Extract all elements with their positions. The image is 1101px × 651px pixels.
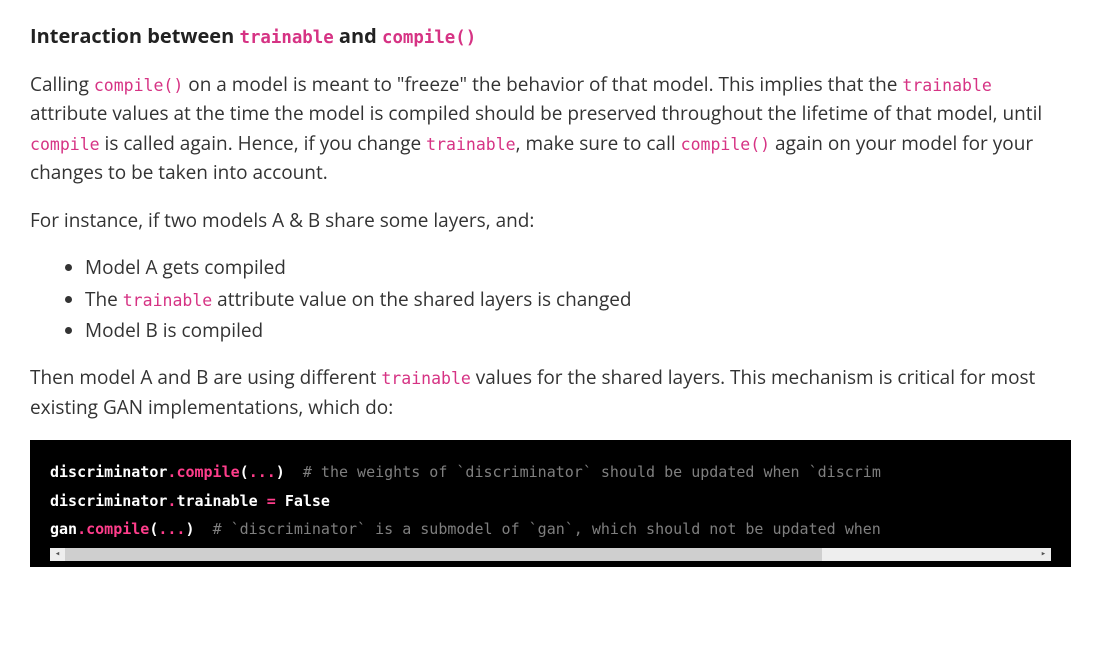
code-token-func: compile	[86, 520, 149, 538]
text: The	[85, 286, 123, 312]
code-space	[195, 520, 213, 538]
code-token-paren: (	[240, 463, 249, 481]
code-token-paren: )	[276, 463, 285, 481]
paragraph-3: Then model A and B are using different t…	[30, 363, 1071, 422]
code-token-name: trainable	[176, 492, 257, 510]
scroll-right-arrow-icon[interactable]: ▸	[1036, 548, 1051, 561]
text: attribute values at the time the model i…	[30, 100, 1042, 126]
list-item: The trainable attribute value on the sha…	[85, 285, 1071, 314]
paragraph-2: For instance, if two models A & B share …	[30, 206, 1071, 235]
list-item: Model A gets compiled	[85, 253, 1071, 282]
code-space	[285, 463, 303, 481]
inline-code-trainable: trainable	[123, 291, 213, 310]
inline-code-trainable: trainable	[381, 369, 471, 388]
inline-code-compile: compile()	[681, 135, 771, 154]
bullet-list: Model A gets compiled The trainable attr…	[30, 253, 1071, 345]
horizontal-scrollbar[interactable]: ◂▸	[50, 548, 1051, 561]
text: Then model A and B are using different	[30, 364, 381, 390]
code-token-name: discriminator	[50, 492, 167, 510]
heading-code-compile: compile()	[382, 28, 476, 48]
section-heading: Interaction between trainable and compil…	[30, 20, 1071, 52]
code-token-arg: ...	[249, 463, 276, 481]
code-token-op: =	[267, 492, 276, 510]
code-token-paren: )	[185, 520, 194, 538]
code-space	[258, 492, 267, 510]
code-space	[276, 492, 285, 510]
list-item: Model B is compiled	[85, 316, 1071, 345]
code-line-3: gan.compile(...) # `discriminator` is a …	[50, 515, 1051, 544]
inline-code-compile: compile	[30, 135, 100, 154]
code-line-1: discriminator.compile(...) # the weights…	[50, 458, 1051, 487]
text: , make sure to call	[516, 130, 681, 156]
scrollbar-thumb[interactable]	[65, 548, 822, 561]
code-token-keyword: False	[285, 492, 330, 510]
text: is called again. Hence, if you change	[100, 130, 427, 156]
code-line-2: discriminator.trainable = False	[50, 487, 1051, 516]
code-token-comment: # the weights of `discriminator` should …	[303, 463, 881, 481]
inline-code-compile: compile()	[94, 76, 184, 95]
code-token-name: discriminator	[50, 463, 167, 481]
code-token-func: compile	[176, 463, 239, 481]
text: attribute value on the shared layers is …	[212, 286, 631, 312]
heading-text: Interaction between	[30, 22, 239, 49]
code-token-comment: # `discriminator` is a submodel of `gan`…	[213, 520, 881, 538]
code-token-dot: .	[77, 520, 86, 538]
scrollbar-track[interactable]	[65, 548, 1036, 561]
code-token-name: gan	[50, 520, 77, 538]
inline-code-trainable: trainable	[902, 76, 992, 95]
code-token-arg: ...	[158, 520, 185, 538]
heading-code-trainable: trainable	[239, 28, 333, 48]
text: Calling	[30, 71, 94, 97]
code-block: discriminator.compile(...) # the weights…	[30, 440, 1071, 567]
inline-code-trainable: trainable	[426, 135, 516, 154]
heading-text: and	[334, 22, 382, 49]
paragraph-1: Calling compile() on a model is meant to…	[30, 70, 1071, 188]
scroll-left-arrow-icon[interactable]: ◂	[50, 548, 65, 561]
text: on a model is meant to "freeze" the beha…	[183, 71, 902, 97]
